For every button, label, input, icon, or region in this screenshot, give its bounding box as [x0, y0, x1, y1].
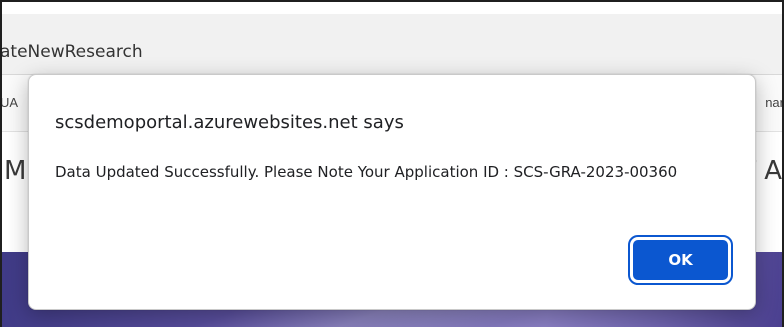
page-heading-left: M	[4, 156, 27, 186]
alert-dialog: scsdemoportal.azurewebsites.net says Dat…	[28, 74, 756, 310]
window-frame-left	[0, 0, 2, 327]
dialog-title: scsdemoportal.azurewebsites.net says	[55, 112, 404, 133]
window-title: ateNewResearch	[0, 42, 143, 62]
nav-item-left[interactable]: UA	[0, 95, 18, 110]
dialog-message: Data Updated Successfully. Please Note Y…	[55, 163, 678, 181]
ok-button[interactable]: OK	[628, 235, 733, 285]
window-frame-top	[0, 0, 784, 14]
